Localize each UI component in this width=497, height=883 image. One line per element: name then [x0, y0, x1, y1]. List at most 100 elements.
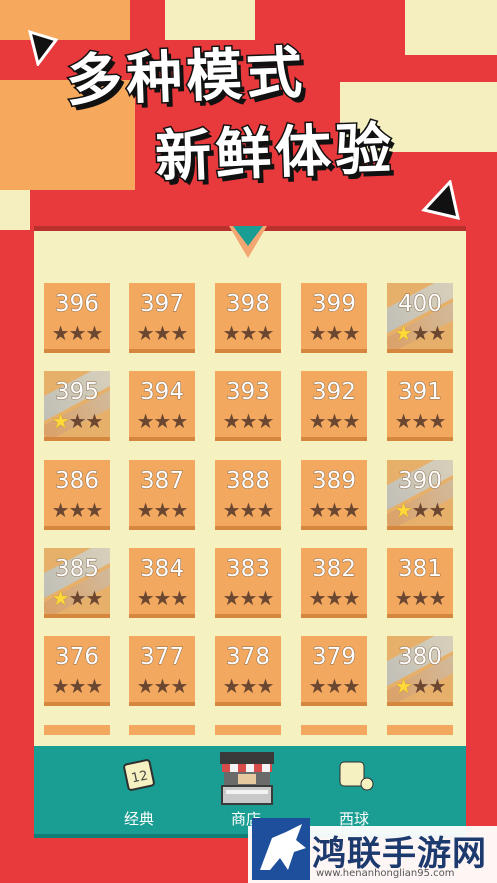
- star-icon: ★: [394, 409, 413, 433]
- star-icon: ★: [153, 674, 172, 698]
- watermark: 鸿联手游网 www.henanhonglian95.com: [248, 818, 497, 883]
- star-icon: ★: [51, 498, 70, 522]
- level-tile[interactable]: 389 ★★★: [301, 460, 367, 530]
- star-icon: ★: [51, 321, 70, 345]
- star-icon: ★: [222, 586, 241, 610]
- level-tile[interactable]: 395 ★★★: [44, 371, 110, 441]
- hero-banner: 多种模式 新鲜体验: [0, 0, 497, 230]
- level-number: 392: [312, 379, 357, 406]
- level-tile[interactable]: 400 ★★★: [387, 283, 453, 353]
- level-tile[interactable]: 376 ★★★: [44, 636, 110, 706]
- level-number: 383: [226, 556, 271, 583]
- star-icon: ★: [153, 498, 172, 522]
- level-number: 382: [312, 556, 357, 583]
- nav-classic[interactable]: 12 经典: [89, 746, 189, 834]
- star-icon: ★: [308, 498, 327, 522]
- level-tile[interactable]: 390 ★★★: [387, 460, 453, 530]
- level-number: 399: [312, 291, 357, 318]
- level-tile[interactable]: 396 ★★★: [44, 283, 110, 353]
- level-number: 388: [226, 468, 271, 495]
- level-tile[interactable]: 391 ★★★: [387, 371, 453, 441]
- level-tile[interactable]: 397 ★★★: [129, 283, 195, 353]
- star-icon: ★: [342, 498, 360, 522]
- level-stars: ★★★: [129, 321, 195, 345]
- level-tile[interactable]: 394 ★★★: [129, 371, 195, 441]
- level-tile[interactable]: 384 ★★★: [129, 548, 195, 618]
- star-icon: ★: [68, 498, 87, 522]
- hero-title-line1: 多种模式: [64, 39, 309, 115]
- level-number: 396: [55, 291, 100, 318]
- star-icon: ★: [153, 586, 172, 610]
- star-icon: ★: [170, 321, 188, 345]
- next-row-peek: [34, 725, 466, 735]
- star-icon: ★: [411, 586, 430, 610]
- star-icon: ★: [153, 321, 172, 345]
- star-icon: ★: [222, 498, 241, 522]
- star-icon: ★: [239, 409, 258, 433]
- level-tile[interactable]: 399 ★★★: [301, 283, 367, 353]
- level-tile[interactable]: 398 ★★★: [215, 283, 281, 353]
- level-number: 384: [140, 556, 185, 583]
- level-stars: ★★★: [215, 321, 281, 345]
- star-icon: ★: [308, 409, 327, 433]
- level-tile[interactable]: 388 ★★★: [215, 460, 281, 530]
- level-stars: ★★★: [301, 674, 367, 698]
- level-number: 387: [140, 468, 185, 495]
- level-tile[interactable]: 381 ★★★: [387, 548, 453, 618]
- star-icon: ★: [85, 498, 103, 522]
- star-icon: ★: [68, 586, 87, 610]
- level-tile[interactable]: 379 ★★★: [301, 636, 367, 706]
- level-stars: ★★★: [129, 409, 195, 433]
- star-icon: ★: [325, 674, 344, 698]
- star-icon: ★: [222, 321, 241, 345]
- star-icon: ★: [308, 321, 327, 345]
- star-icon: ★: [394, 674, 413, 698]
- level-tile[interactable]: 385 ★★★: [44, 548, 110, 618]
- level-tile[interactable]: 383 ★★★: [215, 548, 281, 618]
- level-tile[interactable]: 386 ★★★: [44, 460, 110, 530]
- star-icon: ★: [136, 498, 155, 522]
- nav-ball[interactable]: 西球: [304, 746, 404, 834]
- star-icon: ★: [411, 674, 430, 698]
- star-icon: ★: [68, 674, 87, 698]
- star-icon: ★: [256, 409, 274, 433]
- star-icon: ★: [411, 321, 430, 345]
- star-icon: ★: [308, 586, 327, 610]
- level-stars: ★★★: [301, 498, 367, 522]
- level-tile[interactable]: 393 ★★★: [215, 371, 281, 441]
- dice-12-icon: 12: [123, 759, 155, 791]
- level-tile[interactable]: 378 ★★★: [215, 636, 281, 706]
- level-number: 379: [312, 644, 357, 671]
- level-tile[interactable]: 392 ★★★: [301, 371, 367, 441]
- level-stars: ★★★: [44, 586, 110, 610]
- star-icon: ★: [428, 321, 446, 345]
- level-panel: 396 ★★★ 397 ★★★ 398 ★★★ 399 ★★★ 400 ★★★ 395 ★★★ 394 ★…: [34, 226, 466, 751]
- level-number: 398: [226, 291, 271, 318]
- level-stars: ★★★: [129, 586, 195, 610]
- star-icon: ★: [256, 498, 274, 522]
- quote-bracket-right-icon: [421, 180, 460, 221]
- level-number: 397: [140, 291, 185, 318]
- star-icon: ★: [256, 321, 274, 345]
- level-stars: ★★★: [387, 498, 453, 522]
- level-number: 380: [398, 644, 443, 671]
- star-icon: ★: [325, 409, 344, 433]
- star-icon: ★: [256, 586, 274, 610]
- level-tile[interactable]: 382 ★★★: [301, 548, 367, 618]
- level-tile[interactable]: 387 ★★★: [129, 460, 195, 530]
- level-tile[interactable]: 377 ★★★: [129, 636, 195, 706]
- star-icon: ★: [85, 674, 103, 698]
- star-icon: ★: [222, 674, 241, 698]
- star-icon: ★: [51, 674, 70, 698]
- star-icon: ★: [411, 409, 430, 433]
- level-stars: ★★★: [44, 321, 110, 345]
- hero-title-line2: 新鲜体验: [153, 115, 398, 191]
- level-stars: ★★★: [301, 586, 367, 610]
- star-icon: ★: [342, 586, 360, 610]
- star-icon: ★: [68, 409, 87, 433]
- level-number: 395: [55, 379, 100, 406]
- level-stars: ★★★: [387, 586, 453, 610]
- level-tile[interactable]: 380 ★★★: [387, 636, 453, 706]
- star-icon: ★: [51, 586, 70, 610]
- level-stars: ★★★: [129, 498, 195, 522]
